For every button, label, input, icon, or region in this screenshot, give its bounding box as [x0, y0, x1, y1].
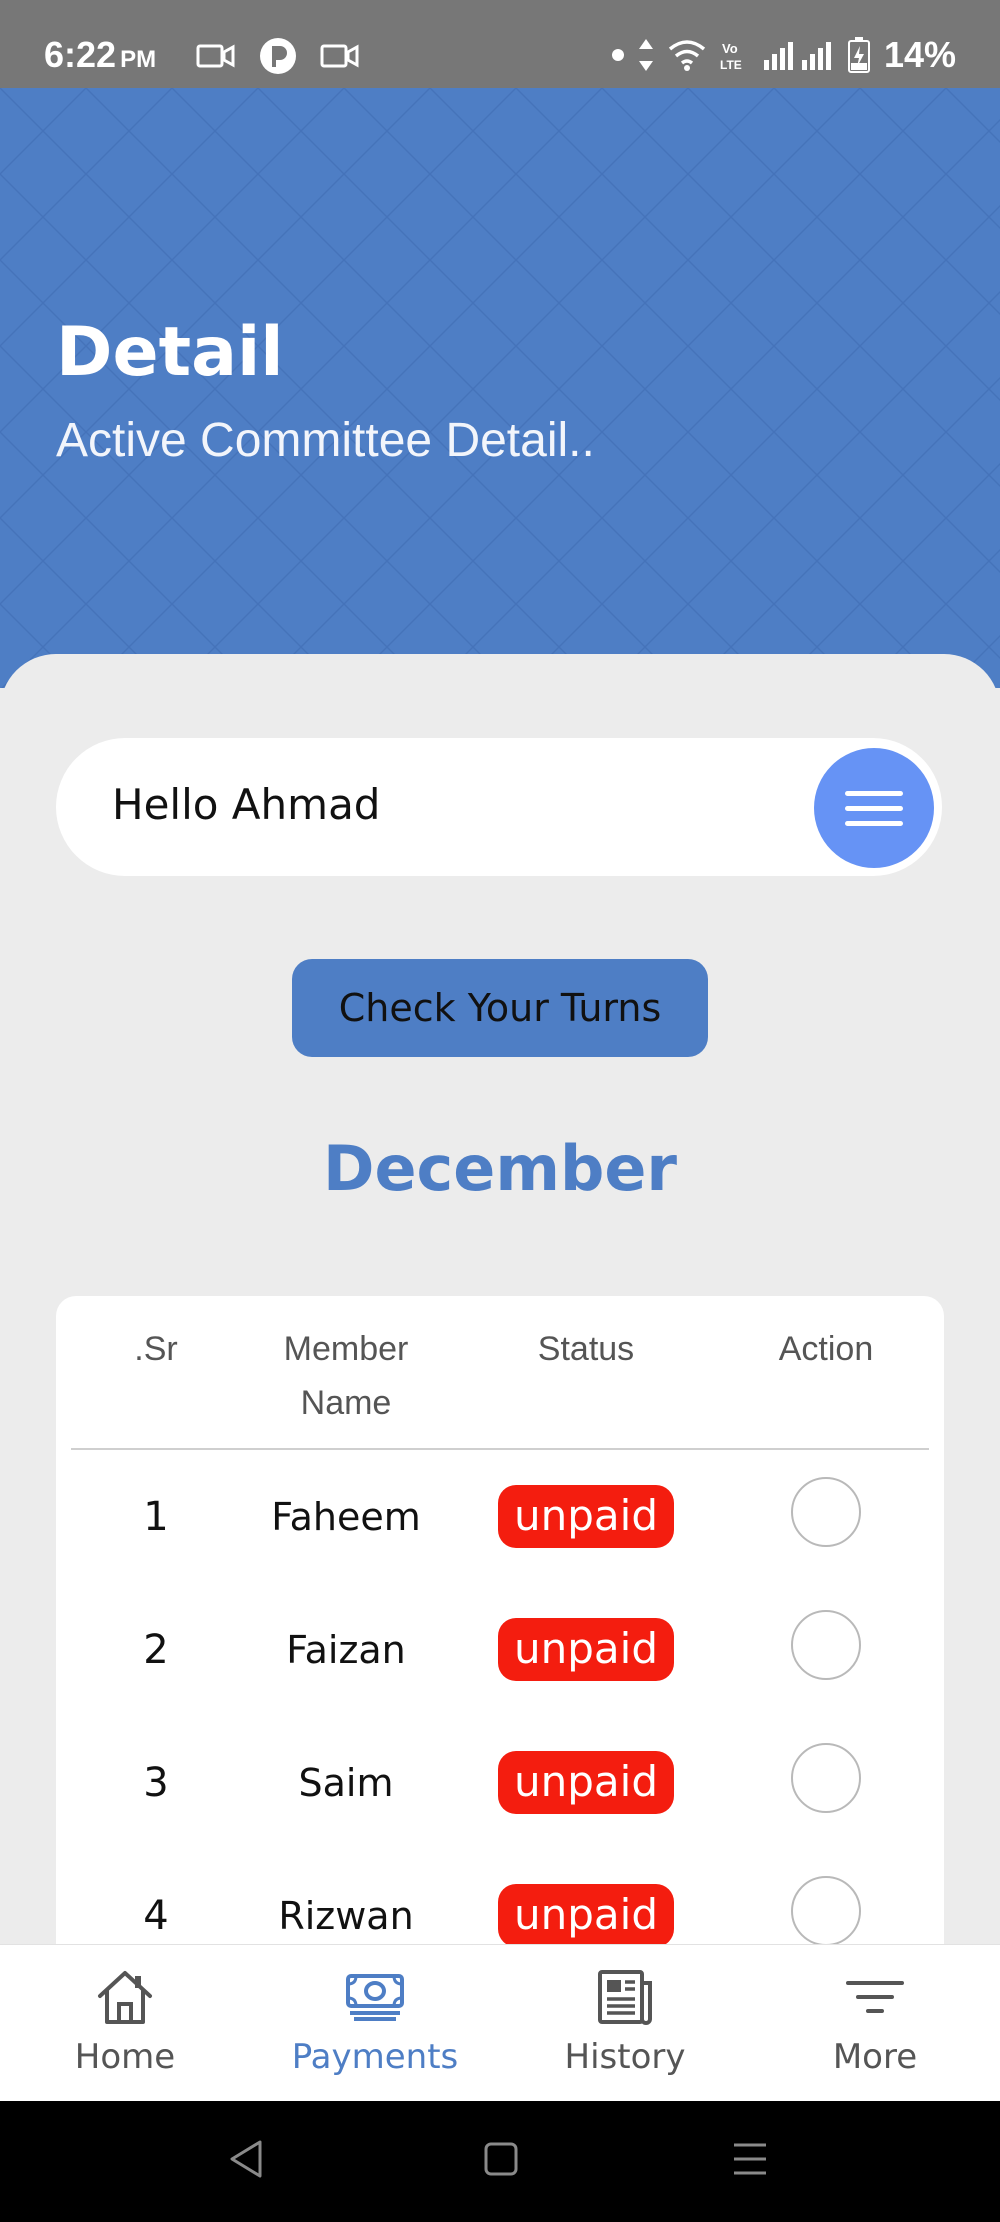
check-your-turns-button[interactable]: Check Your Turns: [292, 959, 708, 1057]
table-row: 1 Faheem unpaid: [56, 1450, 944, 1583]
row-status: unpaid: [466, 1450, 706, 1583]
status-bar: 6:22 PM Vo LTE 14%: [0, 0, 1000, 88]
unpaid-badge: unpaid: [498, 1751, 674, 1814]
volte-icon: Vo LTE: [720, 41, 742, 71]
mark-paid-radio[interactable]: [791, 1742, 861, 1813]
home-icon: [98, 1971, 152, 2024]
status-right-icons: Vo LTE 14%: [611, 34, 956, 76]
wifi-icon: [668, 40, 706, 71]
table-row: 2 Faizan unpaid: [56, 1583, 944, 1716]
mark-paid-radio[interactable]: [791, 1609, 861, 1680]
battery-percent: 14%: [883, 34, 956, 75]
row-member-name: Faheem: [271, 1494, 421, 1539]
hamburger-icon-line: [845, 820, 903, 826]
unpaid-badge: unpaid: [498, 1618, 674, 1681]
row-action: [706, 1450, 946, 1583]
nav-label-payments: Payments: [291, 2037, 459, 2077]
more-filter-icon: [846, 1981, 904, 2013]
page-subtitle: Active Committee Detail..: [56, 414, 595, 467]
members-table: .Sr Member Name Status Action 1 Faheem u…: [56, 1296, 944, 1944]
nav-item-payments[interactable]: Payments: [250, 1945, 500, 2102]
hamburger-icon-line: [845, 805, 903, 811]
payments-icon: [346, 1974, 404, 2021]
column-header-member-name: Member Name: [283, 1330, 409, 1422]
table-row: 4 Rizwan unpaid: [56, 1849, 944, 1944]
row-sr: 1: [143, 1493, 169, 1540]
video-call-icon-2: [320, 44, 359, 68]
greeting-bar: Hello Ahmad: [56, 738, 942, 876]
back-icon[interactable]: [228, 2139, 264, 2179]
row-sr: 2: [143, 1626, 169, 1673]
row-sr: 3: [143, 1759, 169, 1806]
main-content: Hello Ahmad Check Your Turns December .S…: [0, 654, 1000, 1944]
nav-item-home[interactable]: Home: [0, 1945, 250, 2102]
nav-label-home: Home: [74, 2037, 176, 2077]
row-member-name: Rizwan: [278, 1893, 414, 1938]
svg-text:LTE: LTE: [720, 58, 742, 71]
row-status: unpaid: [466, 1716, 706, 1849]
svg-text:Vo: Vo: [722, 41, 738, 56]
nav-item-more[interactable]: More: [750, 1945, 1000, 2102]
recents-menu-icon[interactable]: [730, 2139, 770, 2179]
unpaid-badge: unpaid: [498, 1485, 674, 1548]
table-header: .Sr Member Name Status Action: [56, 1296, 944, 1448]
row-sr: 4: [143, 1892, 169, 1939]
greeting-text: Hello Ahmad: [112, 780, 381, 829]
battery-charging-icon: [847, 37, 870, 73]
page-title: Detail: [56, 313, 284, 392]
app-notification-icon: [260, 38, 296, 74]
nav-label-history: History: [564, 2037, 686, 2077]
mark-paid-radio[interactable]: [791, 1476, 861, 1547]
home-circle-icon[interactable]: [483, 2139, 519, 2179]
column-header-sr: .Sr: [134, 1330, 178, 1368]
row-action: [706, 1583, 946, 1716]
mark-paid-radio[interactable]: [791, 1875, 861, 1944]
column-header-action: Action: [778, 1330, 874, 1368]
row-action: [706, 1849, 946, 1944]
table-row: 3 Saim unpaid: [56, 1716, 944, 1849]
system-navigation-bar: [0, 2101, 1000, 2222]
month-heading: December: [323, 1132, 677, 1205]
status-left-icons: [196, 36, 360, 76]
dot-icon: [611, 49, 624, 61]
nav-item-history[interactable]: History: [500, 1945, 750, 2102]
history-icon: [598, 1970, 652, 2025]
data-transfer-icon: [638, 39, 653, 71]
row-action: [706, 1716, 946, 1849]
row-status: unpaid: [466, 1849, 706, 1944]
status-time: 6:22 PM: [44, 34, 157, 75]
column-header-status: Status: [537, 1330, 635, 1368]
header-banner: Detail Active Committee Detail..: [0, 88, 1000, 688]
video-call-icon: [196, 44, 235, 68]
bottom-navigation: Home Payments History More: [0, 1944, 1000, 2101]
nav-label-more: More: [832, 2037, 918, 2077]
unpaid-badge: unpaid: [498, 1884, 674, 1944]
row-status: unpaid: [466, 1583, 706, 1716]
menu-button[interactable]: [814, 748, 934, 868]
signal-icon: [763, 42, 831, 70]
row-member-name: Saim: [298, 1760, 394, 1805]
row-member-name: Faizan: [286, 1627, 406, 1672]
hamburger-icon-line: [845, 790, 903, 796]
